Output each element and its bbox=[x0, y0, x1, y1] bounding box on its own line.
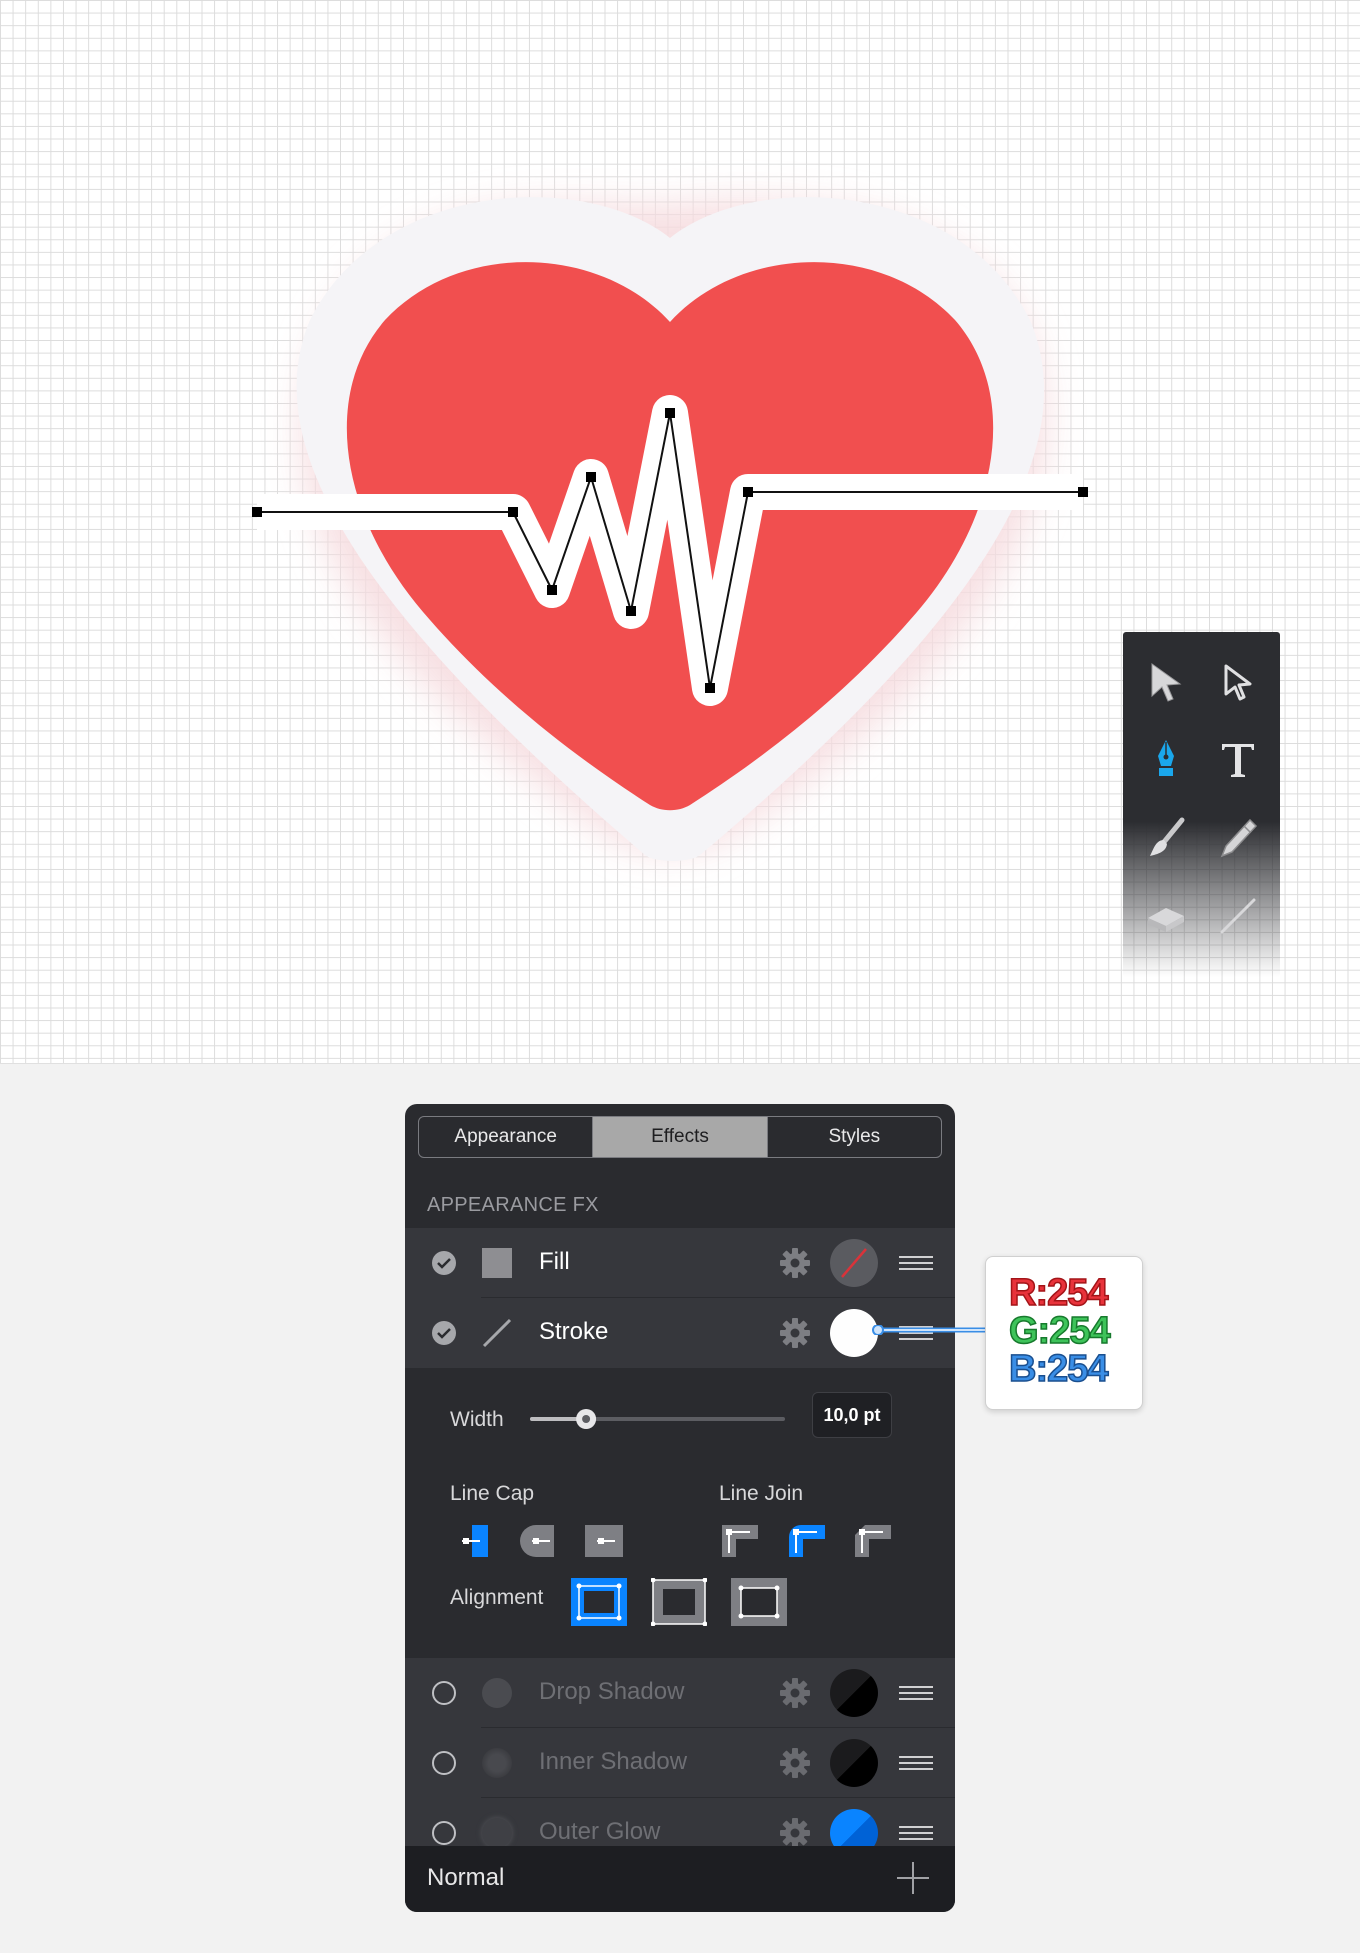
drop-shadow-icon bbox=[482, 1678, 512, 1708]
panel-footer: Normal bbox=[405, 1846, 955, 1912]
line-tool-icon[interactable] bbox=[1208, 886, 1268, 946]
align-outside-button[interactable] bbox=[731, 1578, 787, 1626]
callout-connector bbox=[872, 1325, 990, 1335]
rgb-color-callout: R:254 G:254 B:254 bbox=[985, 1256, 1143, 1410]
checkmark-icon bbox=[437, 1328, 451, 1339]
red-value: R:254 bbox=[1008, 1272, 1109, 1314]
reorder-handle-icon[interactable] bbox=[899, 1684, 933, 1702]
brush-icon[interactable] bbox=[1136, 808, 1196, 868]
blend-mode-selector[interactable]: Normal bbox=[427, 1864, 504, 1892]
gear-icon[interactable] bbox=[778, 1816, 812, 1850]
width-slider[interactable] bbox=[530, 1409, 785, 1429]
gear-icon[interactable] bbox=[778, 1746, 812, 1780]
effect-label: Stroke bbox=[539, 1318, 609, 1345]
eraser-icon[interactable] bbox=[1136, 886, 1196, 946]
panel-tabs: Appearance Effects Styles bbox=[418, 1116, 942, 1158]
plus-icon[interactable] bbox=[895, 1860, 931, 1896]
miter-join-button[interactable] bbox=[718, 1521, 762, 1561]
round-join-button[interactable] bbox=[785, 1521, 829, 1561]
stroke-icon bbox=[482, 1318, 512, 1348]
stroke-options: Width 10,0 pt Line Cap Line Join Alignme… bbox=[405, 1368, 955, 1658]
tab-effects[interactable]: Effects bbox=[593, 1117, 768, 1157]
checkmark-icon bbox=[437, 1258, 451, 1269]
direct-select-arrow-icon[interactable] bbox=[1208, 652, 1268, 712]
effect-label: Drop Shadow bbox=[539, 1678, 685, 1705]
slider-thumb[interactable] bbox=[576, 1409, 597, 1429]
effect-row-inner-shadow[interactable]: Inner Shadow bbox=[405, 1728, 955, 1798]
bevel-join-button[interactable] bbox=[851, 1521, 895, 1561]
width-value-field[interactable]: 10,0 pt bbox=[812, 1392, 892, 1438]
reorder-handle-icon[interactable] bbox=[899, 1254, 933, 1272]
appearance-panel: Appearance Effects Styles APPEARANCE FX … bbox=[405, 1104, 955, 1912]
enabled-checkbox[interactable] bbox=[432, 1251, 456, 1275]
tab-appearance[interactable]: Appearance bbox=[419, 1117, 594, 1157]
gear-icon[interactable] bbox=[778, 1316, 812, 1350]
butt-cap-button[interactable] bbox=[458, 1521, 502, 1561]
round-cap-button[interactable] bbox=[516, 1521, 560, 1561]
artboard-canvas[interactable] bbox=[0, 0, 1360, 1064]
enabled-checkbox[interactable] bbox=[432, 1751, 456, 1775]
width-label: Width bbox=[450, 1408, 504, 1431]
effect-label: Outer Glow bbox=[539, 1818, 661, 1845]
align-center-button[interactable] bbox=[571, 1578, 627, 1626]
blue-value: B:254 bbox=[1008, 1348, 1109, 1390]
enabled-checkbox[interactable] bbox=[432, 1681, 456, 1705]
line-cap-label: Line Cap bbox=[450, 1482, 535, 1505]
gear-icon[interactable] bbox=[778, 1246, 812, 1280]
tab-styles[interactable]: Styles bbox=[768, 1117, 941, 1157]
alignment-label: Alignment bbox=[450, 1586, 544, 1609]
color-swatch-inner-shadow[interactable] bbox=[830, 1739, 878, 1787]
effect-label: Inner Shadow bbox=[539, 1748, 688, 1775]
tool-palette bbox=[1123, 632, 1280, 977]
outer-glow-icon bbox=[482, 1818, 512, 1848]
align-inside-button[interactable] bbox=[651, 1578, 707, 1626]
enabled-checkbox[interactable] bbox=[432, 1821, 456, 1845]
select-arrow-icon[interactable] bbox=[1136, 652, 1196, 712]
green-value: G:254 bbox=[1008, 1310, 1111, 1352]
color-swatch-drop-shadow[interactable] bbox=[830, 1669, 878, 1717]
gear-icon[interactable] bbox=[778, 1676, 812, 1710]
text-tool-icon[interactable] bbox=[1208, 730, 1268, 790]
enabled-checkbox[interactable] bbox=[432, 1321, 456, 1345]
color-swatch-none[interactable] bbox=[830, 1239, 878, 1287]
inner-shadow-icon bbox=[482, 1748, 512, 1778]
effect-row-fill[interactable]: Fill bbox=[405, 1228, 955, 1298]
reorder-handle-icon[interactable] bbox=[899, 1754, 933, 1772]
fill-icon bbox=[482, 1248, 512, 1278]
section-title: APPEARANCE FX bbox=[427, 1194, 599, 1216]
no-color-icon bbox=[841, 1248, 867, 1278]
pen-tool-icon[interactable] bbox=[1136, 730, 1196, 790]
pencil-icon[interactable] bbox=[1208, 808, 1268, 868]
effect-row-drop-shadow[interactable]: Drop Shadow bbox=[405, 1658, 955, 1728]
reorder-handle-icon[interactable] bbox=[899, 1824, 933, 1842]
square-cap-button[interactable] bbox=[581, 1521, 625, 1561]
effect-label: Fill bbox=[539, 1248, 570, 1275]
line-join-label: Line Join bbox=[719, 1482, 804, 1505]
